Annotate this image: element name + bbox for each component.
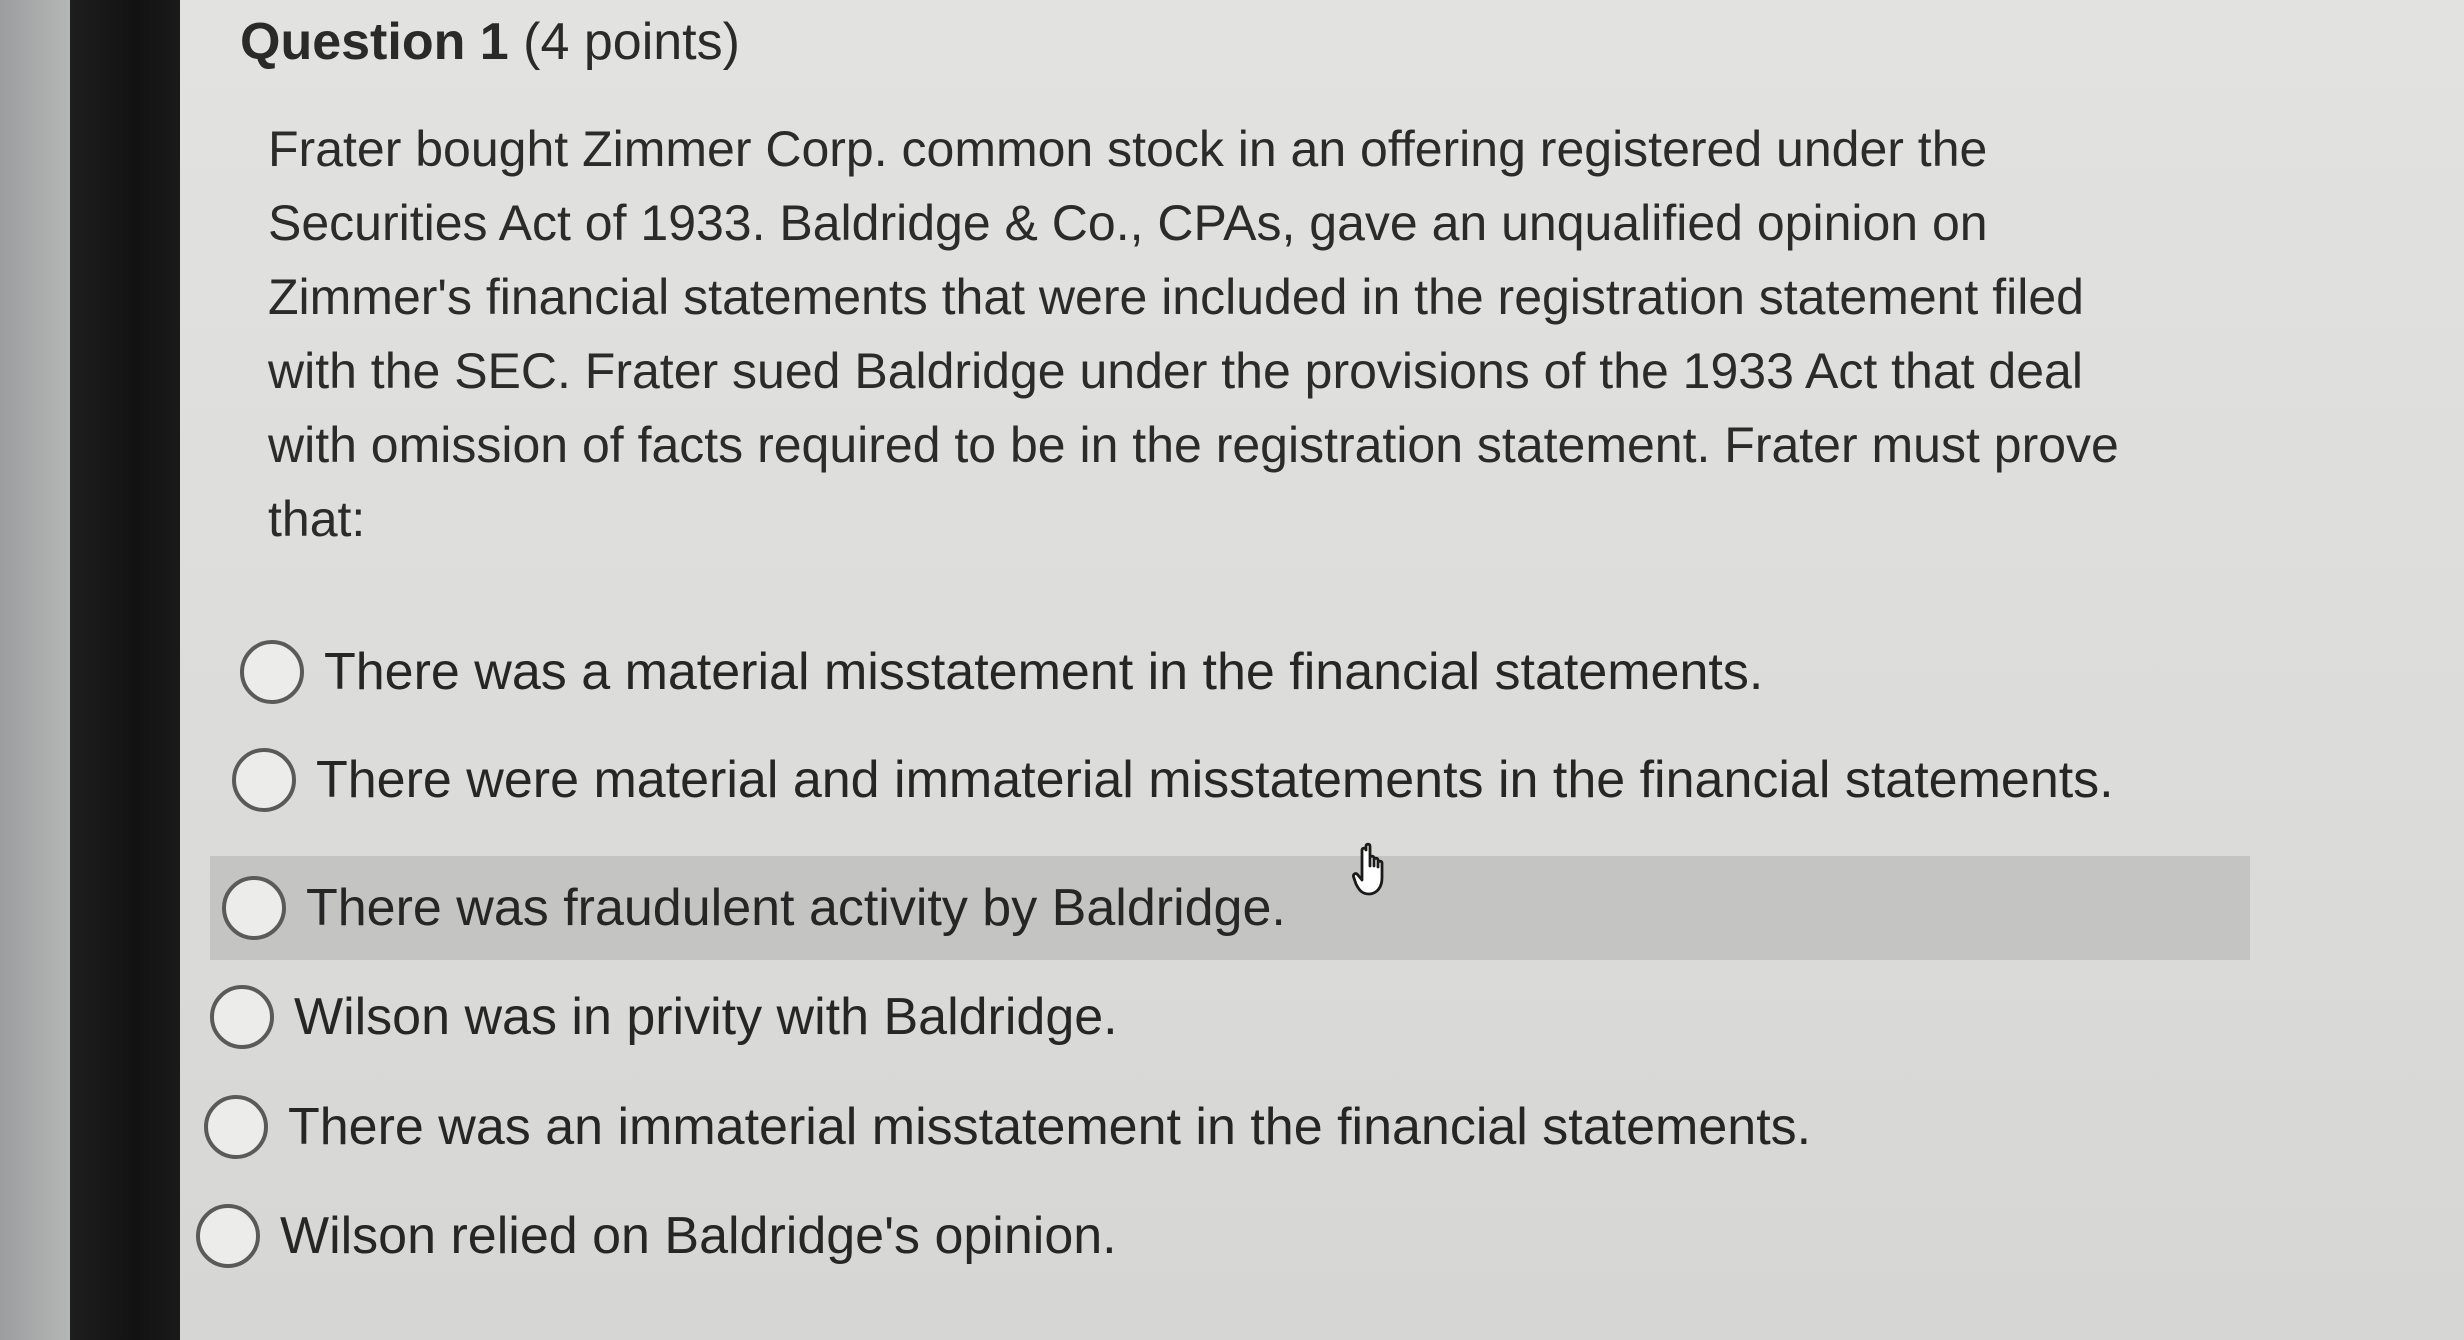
radio-button[interactable] [196, 1204, 260, 1268]
radio-button[interactable] [232, 748, 296, 812]
answer-option-label: There was fraudulent activity by Baldrid… [306, 879, 1286, 937]
radio-button[interactable] [210, 985, 274, 1049]
answer-option-4[interactable]: Wilson was in privity with Baldridge. [210, 965, 1118, 1069]
answer-option-label: Wilson was in privity with Baldridge. [294, 988, 1118, 1046]
answer-option-1[interactable]: There was a material misstatement in the… [240, 620, 1763, 724]
question-header: Question 1 (4 points) [240, 12, 740, 72]
answer-option-label: There were material and immaterial misst… [316, 751, 2114, 809]
answer-option-3[interactable]: There was fraudulent activity by Baldrid… [210, 856, 2250, 960]
radio-button[interactable] [240, 640, 304, 704]
question-title: Question 1 [240, 13, 509, 71]
background-surface [0, 0, 70, 1340]
quiz-screen: Question 1 (4 points) Frater bought Zimm… [180, 0, 2464, 1340]
monitor-bezel [70, 0, 180, 1340]
answer-option-label: There was a material misstatement in the… [324, 643, 1764, 701]
answer-option-5[interactable]: There was an immaterial misstatement in … [204, 1075, 1811, 1179]
radio-button[interactable] [204, 1095, 268, 1159]
answer-option-2[interactable]: There were material and immaterial misst… [232, 728, 2114, 832]
answer-option-label: Wilson relied on Baldridge's opinion. [280, 1207, 1117, 1265]
answer-option-6[interactable]: Wilson relied on Baldridge's opinion. [196, 1184, 1117, 1288]
question-stem: Frater bought Zimmer Corp. common stock … [268, 121, 2119, 547]
radio-button[interactable] [222, 876, 286, 940]
question-points: (4 points) [523, 13, 740, 71]
hand-pointer-icon [1352, 842, 1384, 896]
answer-option-label: There was an immaterial misstatement in … [288, 1098, 1812, 1156]
